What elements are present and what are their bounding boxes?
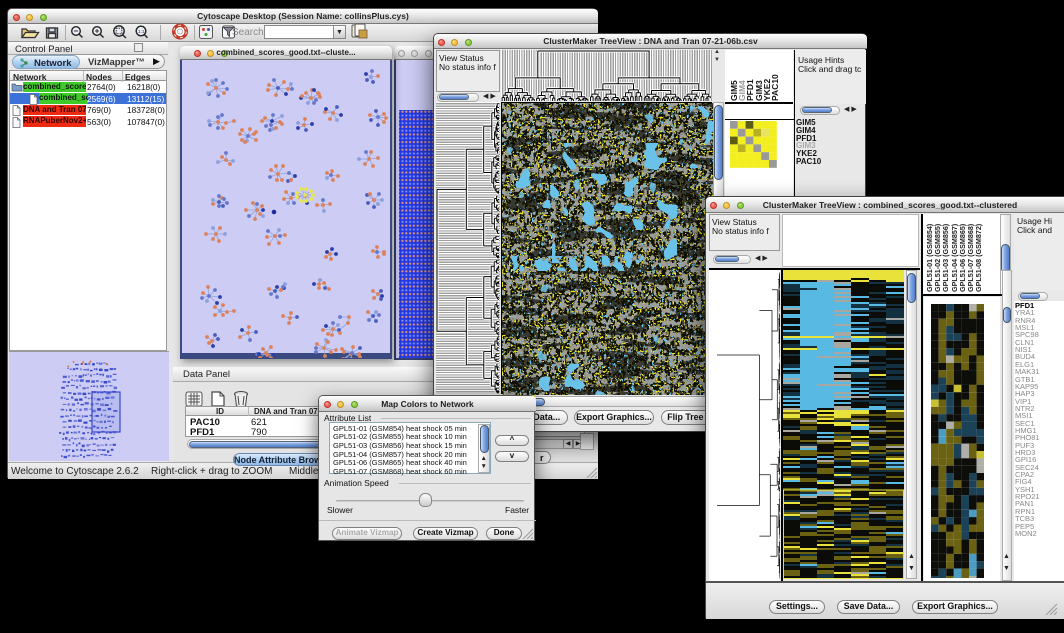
svg-text:1:1: 1:1 [138, 29, 145, 34]
